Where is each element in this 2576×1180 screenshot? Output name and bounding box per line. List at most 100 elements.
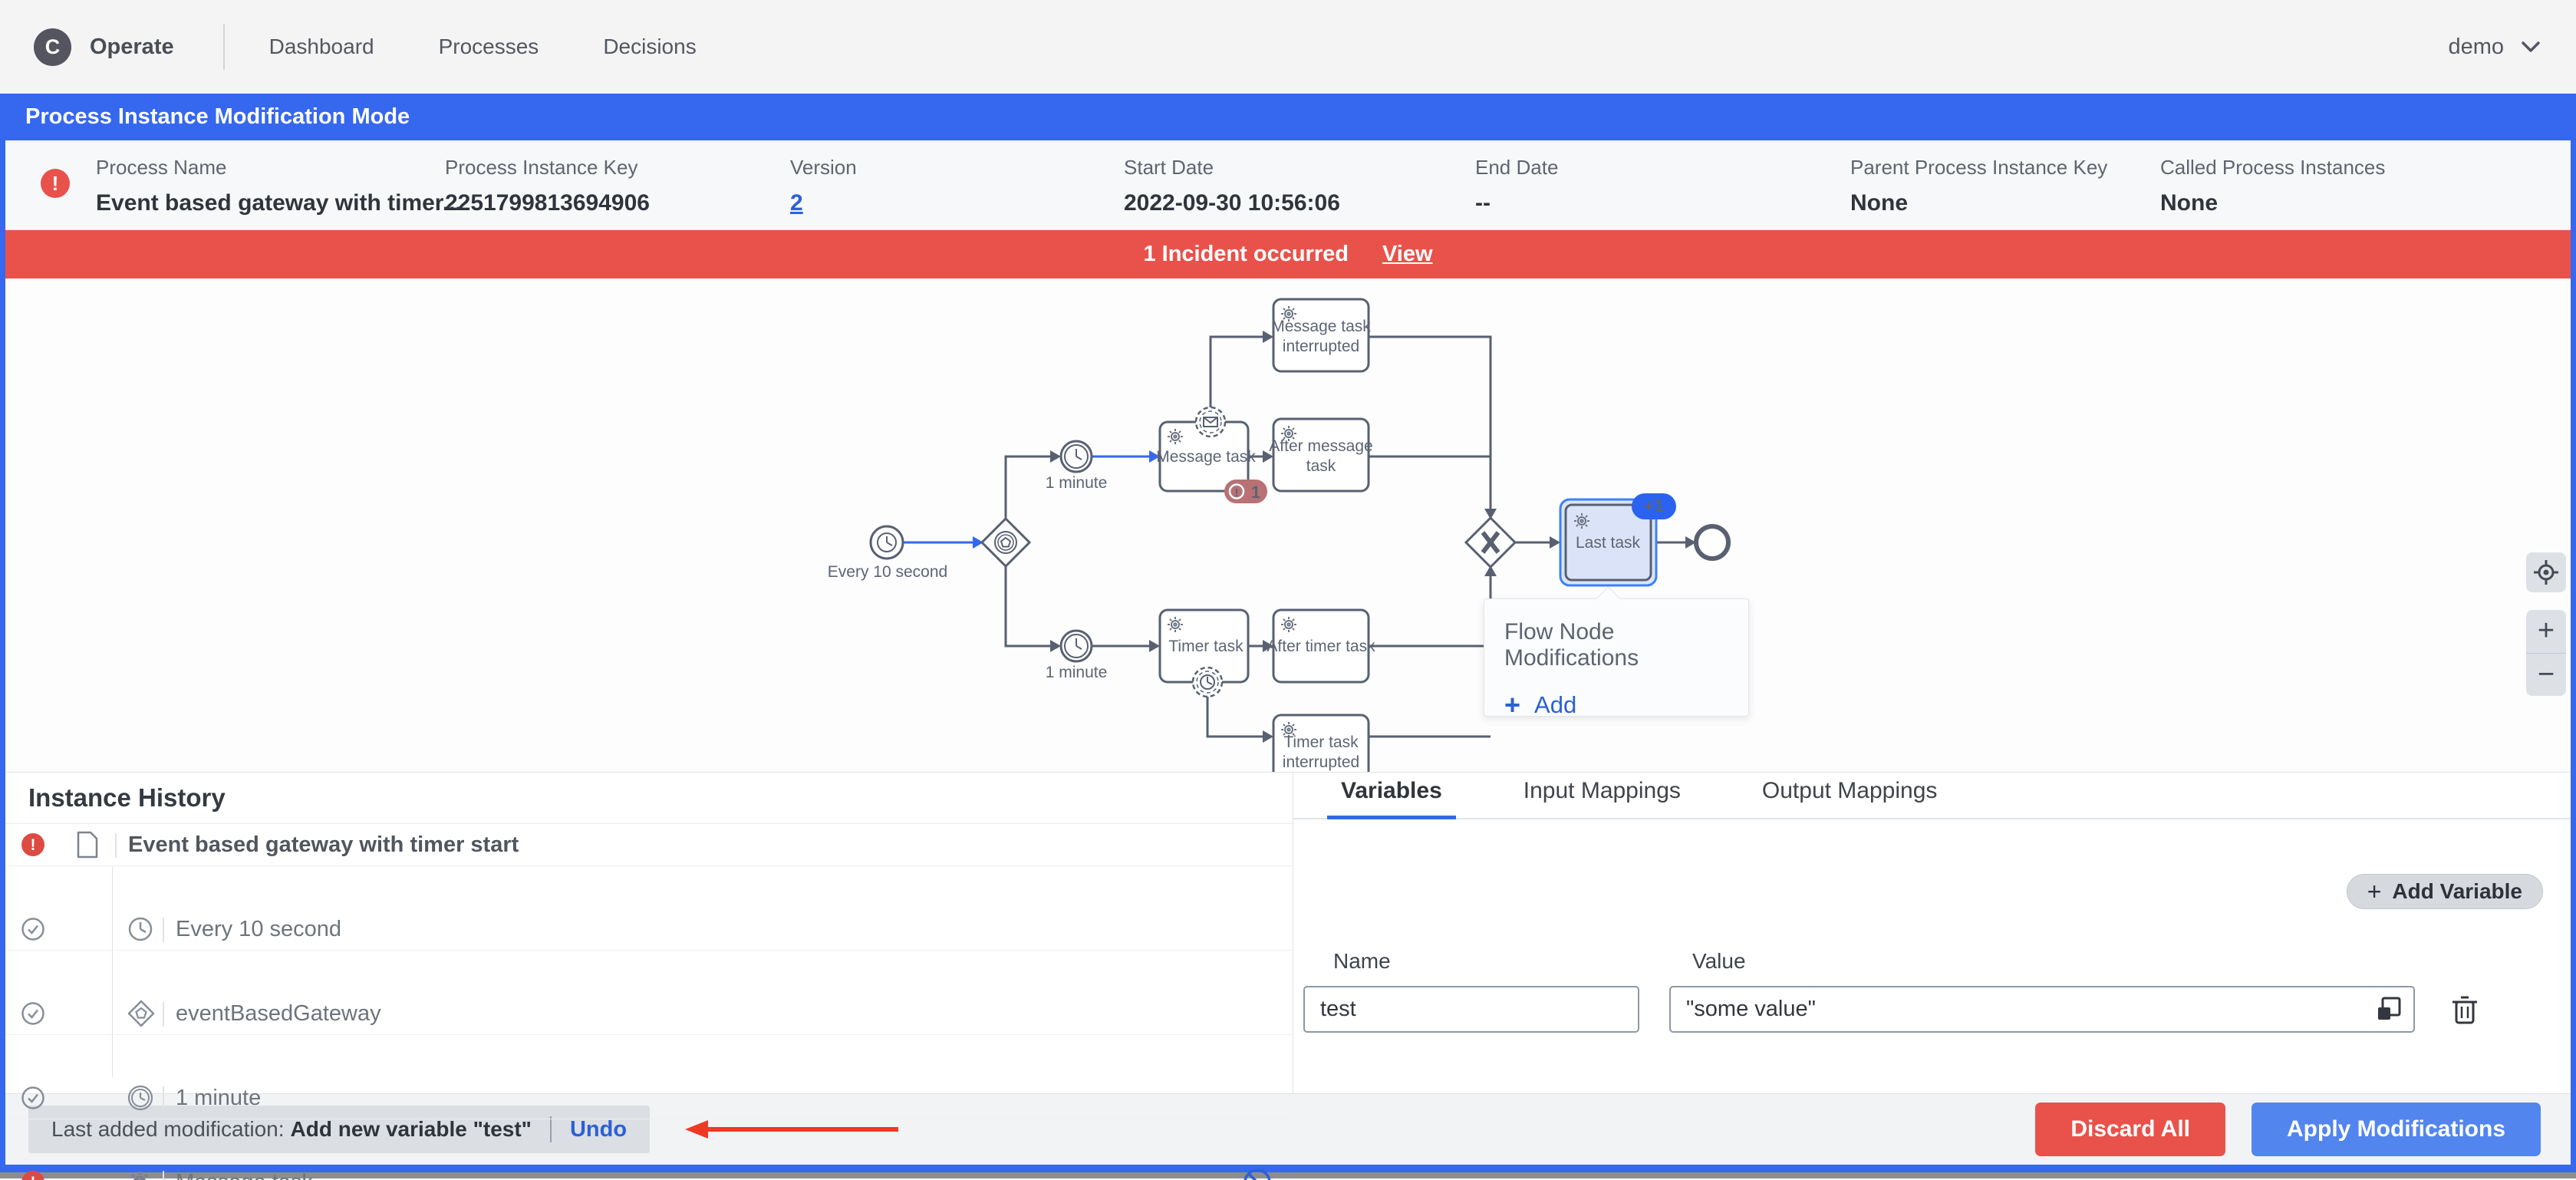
task-last-task[interactable]: Last task +1 xyxy=(1560,493,1676,585)
document-icon xyxy=(76,831,99,859)
svg-text:Timer task: Timer task xyxy=(1168,638,1244,655)
modification-description: Add new variable "test" xyxy=(291,1117,532,1142)
history-row-event-based-gateway[interactable]: eventBasedGateway xyxy=(5,993,1293,1035)
tab-variables[interactable]: Variables xyxy=(1327,778,1456,818)
task-message-task[interactable]: Message task ! 1 xyxy=(1156,407,1267,503)
history-row-process[interactable]: ! Event based gateway with timer start xyxy=(5,824,1293,866)
version-link[interactable]: 2 xyxy=(790,190,803,216)
svg-text:Last task: Last task xyxy=(1576,534,1641,552)
task-after-timer-task[interactable]: After timer task xyxy=(1267,610,1375,682)
exclusive-gateway[interactable] xyxy=(1466,518,1515,567)
history-row-every-10-second[interactable]: Every 10 second xyxy=(5,908,1293,951)
event-based-gateway[interactable] xyxy=(982,519,1029,566)
task-timer-task[interactable]: Timer task xyxy=(1160,610,1248,697)
meta-end-date: End Date -- xyxy=(1475,156,1558,216)
undo-button[interactable]: Undo xyxy=(570,1117,627,1142)
timer-event-bottom[interactable]: 1 minute xyxy=(1046,631,1108,681)
meta-version: Version 2 xyxy=(790,156,857,216)
task-after-message-task[interactable]: After message task xyxy=(1269,419,1372,491)
meta-start-date: Start Date 2022-09-30 10:56:06 xyxy=(1124,156,1340,216)
svg-text:task: task xyxy=(1306,457,1336,475)
nav-item-dashboard[interactable]: Dashboard xyxy=(269,35,374,59)
variables-tabs: Variables Input Mappings Output Mappings xyxy=(1293,773,2571,819)
top-nav: C Operate Dashboard Processes Decisions … xyxy=(0,0,2576,94)
error-state-icon: ! xyxy=(18,1170,48,1180)
start-event-timer[interactable]: Every 10 second xyxy=(828,526,947,581)
variable-value-input[interactable] xyxy=(1669,986,2415,1033)
error-state-icon: ! xyxy=(18,832,48,857)
tab-output-mappings[interactable]: Output Mappings xyxy=(1748,778,1951,818)
incident-bar: 1 Incident occurred View xyxy=(5,230,2571,279)
svg-text:Message task: Message task xyxy=(1271,318,1371,335)
cancel-token-icon[interactable] xyxy=(1242,1167,1273,1180)
instance-history-title: Instance History xyxy=(5,773,1293,824)
crosshair-icon xyxy=(2533,559,2559,585)
svg-text:!: ! xyxy=(1235,486,1239,499)
tree-guide-line xyxy=(112,866,113,1077)
meta-process-name: Process Name Event based gateway with ti… xyxy=(96,156,462,216)
svg-text:After message: After message xyxy=(1269,437,1372,455)
svg-text:!: ! xyxy=(31,1174,36,1180)
nav-item-processes[interactable]: Processes xyxy=(439,35,539,59)
svg-text:interrupted: interrupted xyxy=(1283,338,1359,355)
meta-called-instances: Called Process Instances None xyxy=(2160,156,2385,216)
reset-zoom-button[interactable] xyxy=(2526,552,2566,592)
incident-count-badge: ! 1 xyxy=(1224,480,1267,503)
svg-text:!: ! xyxy=(31,836,36,854)
timer-intermediate-icon xyxy=(127,1084,154,1112)
apply-modifications-button[interactable]: Apply Modifications xyxy=(2252,1103,2541,1156)
svg-text:Message task: Message task xyxy=(1156,448,1256,466)
completed-state-icon xyxy=(18,1086,48,1110)
delete-variable-icon[interactable] xyxy=(2450,994,2479,1026)
process-meta-header: ! Process Name Event based gateway with … xyxy=(5,140,2571,230)
value-column-label: Value xyxy=(1692,949,1746,974)
variables-panel: Variables Input Mappings Output Mappings… xyxy=(1293,773,2571,1093)
completed-state-icon xyxy=(18,917,48,941)
add-variable-button[interactable]: + Add Variable xyxy=(2347,874,2543,909)
timer-boundary-event[interactable] xyxy=(1193,667,1222,697)
open-json-editor-icon[interactable] xyxy=(2375,995,2403,1023)
incident-view-link[interactable]: View xyxy=(1382,242,1433,267)
incident-state-icon: ! xyxy=(41,169,70,198)
tab-input-mappings[interactable]: Input Mappings xyxy=(1510,778,1695,818)
task-message-task-interrupted[interactable]: Message task interrupted xyxy=(1271,299,1371,371)
chevron-down-icon xyxy=(2519,39,2542,54)
name-column-label: Name xyxy=(1333,949,1391,974)
timer-start-icon xyxy=(127,915,154,943)
service-task-icon xyxy=(127,1169,153,1180)
nav-item-decisions[interactable]: Decisions xyxy=(603,35,696,59)
completed-state-icon xyxy=(18,1001,48,1026)
discard-all-button[interactable]: Discard All xyxy=(2035,1103,2225,1156)
bpmn-diagram: Every 10 second 1 minute xyxy=(5,279,2571,772)
nav-divider xyxy=(223,24,225,70)
app-title[interactable]: Operate xyxy=(90,35,174,60)
end-event[interactable] xyxy=(1696,526,1728,559)
add-token-badge: +1 xyxy=(1632,493,1676,519)
instance-history-panel: Instance History ! Event based gateway w… xyxy=(5,773,1293,1093)
meta-parent-key: Parent Process Instance Key None xyxy=(1850,156,2107,216)
modification-mode-banner: Process Instance Modification Mode xyxy=(5,94,2571,140)
history-row-1-minute[interactable]: 1 minute xyxy=(5,1077,1293,1119)
plus-icon: + xyxy=(1504,691,1520,719)
zoom-out-button[interactable]: − xyxy=(2526,654,2566,697)
zoom-controls: + − xyxy=(2526,610,2566,696)
task-timer-task-interrupted[interactable]: Timer task interrupted xyxy=(1273,715,1369,772)
executed-flows xyxy=(904,457,1151,542)
event-based-gateway-icon xyxy=(127,999,156,1028)
add-modification-button[interactable]: + Add xyxy=(1504,691,1748,719)
user-menu[interactable]: demo xyxy=(2448,35,2542,60)
svg-text:Timer task: Timer task xyxy=(1283,733,1359,751)
zoom-in-button[interactable]: + xyxy=(2526,610,2566,654)
svg-text:After timer task: After timer task xyxy=(1267,638,1375,655)
meta-instance-key: Process Instance Key 2251799813694906 xyxy=(445,156,650,216)
svg-text:1: 1 xyxy=(1251,483,1260,502)
popover-title: Flow Node Modifications xyxy=(1504,619,1748,671)
history-row-message-task[interactable]: ! Message task xyxy=(5,1162,1293,1180)
message-boundary-event[interactable] xyxy=(1196,407,1225,437)
variable-name-input[interactable] xyxy=(1303,986,1639,1033)
annotation-arrow-icon xyxy=(685,1119,901,1140)
svg-text:+1: +1 xyxy=(1644,496,1664,516)
plus-icon: + xyxy=(2367,878,2382,906)
svg-text:Every 10 second: Every 10 second xyxy=(828,563,947,581)
timer-event-top[interactable]: 1 minute xyxy=(1046,441,1108,492)
